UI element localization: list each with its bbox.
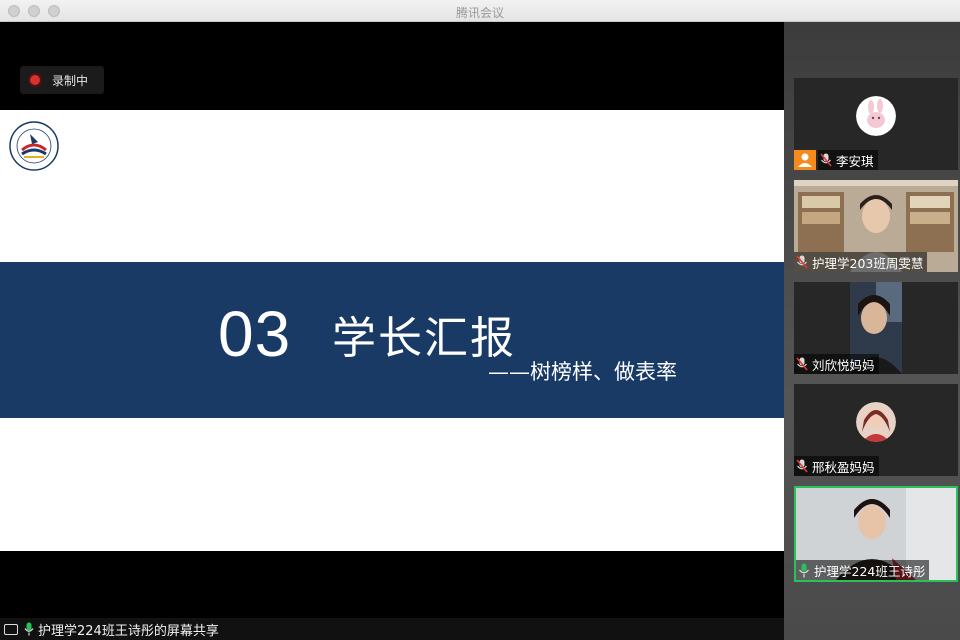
participant-name: 护理学224班王诗彤 xyxy=(814,563,926,579)
recording-label: 录制中 xyxy=(52,73,89,88)
slide-section-number: 03 xyxy=(218,298,292,370)
participant-tile[interactable]: 刘欣悦妈妈 xyxy=(794,282,958,374)
participant-name-bar: 邢秋盈妈妈 xyxy=(794,456,879,476)
microphone-muted-icon xyxy=(820,152,832,167)
microphone-muted-icon xyxy=(796,458,808,473)
slide-subtitle: ——树榜样、做表率 xyxy=(488,360,677,384)
participants-panel: 李安琪 护理学203班周雯慧 刘欣悦妈妈 邢秋盈妈妈 护理学224班王诗彤 xyxy=(784,22,960,640)
participant-name: 李安琪 xyxy=(836,153,874,169)
participant-avatar xyxy=(856,402,896,442)
microphone-muted-icon xyxy=(796,254,808,269)
microphone-active-icon xyxy=(799,563,809,577)
microphone-icon xyxy=(24,622,34,636)
recording-badge[interactable]: 录制中 xyxy=(20,66,104,94)
participant-tile-active-speaker[interactable]: 护理学224班王诗彤 xyxy=(794,486,958,582)
participant-avatar xyxy=(856,96,896,136)
user-icon xyxy=(798,153,812,167)
participant-name: 邢秋盈妈妈 xyxy=(812,459,875,475)
microphone-muted-icon xyxy=(796,356,808,371)
participant-tile[interactable]: 邢秋盈妈妈 xyxy=(794,384,958,476)
participant-tile[interactable]: 李安琪 xyxy=(794,78,958,170)
screen-share-icon xyxy=(4,623,18,635)
host-badge xyxy=(794,150,816,170)
share-caption-bar: 护理学224班王诗彤的屏幕共享 xyxy=(0,618,784,640)
participant-name: 护理学203班周雯慧 xyxy=(812,255,924,271)
university-logo xyxy=(9,121,59,171)
presentation-slide: 03 学长汇报 ——树榜样、做表率 xyxy=(0,110,784,551)
window-title: 腾讯会议 xyxy=(455,6,504,20)
slide-title-band: 03 学长汇报 ——树榜样、做表率 xyxy=(0,262,784,418)
participant-name-bar: 李安琪 xyxy=(818,150,878,170)
participant-name-bar: 护理学203班周雯慧 xyxy=(794,252,928,272)
window-titlebar: 腾讯会议 xyxy=(0,0,960,22)
record-icon xyxy=(30,75,40,85)
participant-name-bar: 刘欣悦妈妈 xyxy=(794,354,879,374)
share-caption-text: 护理学224班王诗彤的屏幕共享 xyxy=(38,623,219,639)
participant-tile[interactable]: 护理学203班周雯慧 xyxy=(794,180,958,272)
participant-name-bar: 护理学224班王诗彤 xyxy=(796,560,930,580)
participant-name: 刘欣悦妈妈 xyxy=(812,357,875,373)
screen-share-view: 录制中 03 学长汇报 ——树榜样、做表率 xyxy=(0,22,784,618)
